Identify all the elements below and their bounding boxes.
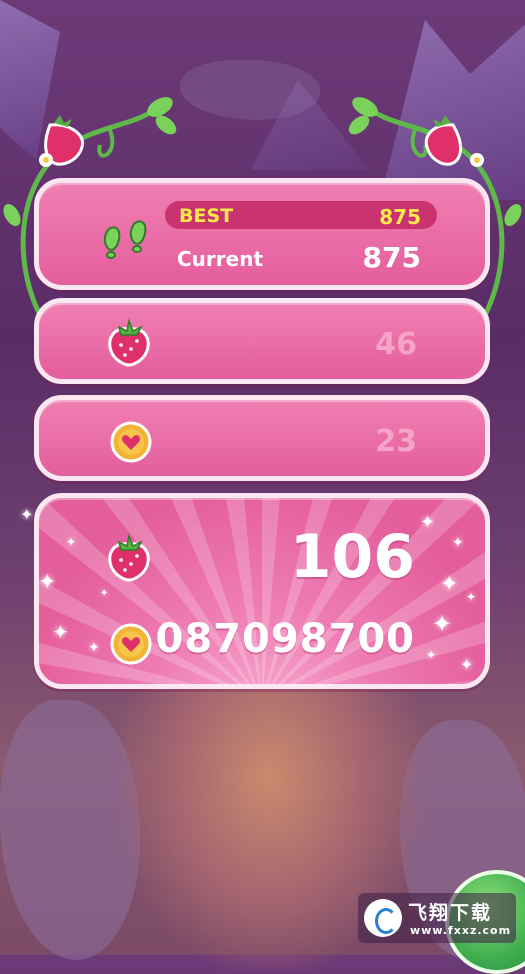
sparkle-icon: ✦ [426, 648, 437, 662]
watermark-url: www.fxxz.com [410, 924, 512, 937]
total-coins-value: 087098700 [155, 616, 415, 662]
sparkle-icon: ✦ [452, 535, 464, 551]
best-label: BEST [179, 205, 234, 227]
score-panel: BEST 875 Current 875 [34, 178, 490, 290]
watermark-logo-icon [364, 899, 402, 937]
berries-value: 46 [375, 327, 417, 362]
sparkle-icon: ✦ [466, 590, 477, 604]
total-berries-value: 106 [289, 522, 415, 592]
sparkle-icon: ✦ [420, 512, 436, 533]
watermark: 飞翔下载 www.fxxz.com [358, 893, 516, 943]
rock [180, 60, 320, 120]
sparkle-icon: ✦ [88, 640, 100, 656]
coins-value: 23 [375, 424, 417, 459]
sparkle-icon: ✦ [432, 610, 453, 638]
watermark-title: 飞翔下载 [408, 902, 493, 924]
sparkle-icon: ✦ [52, 620, 69, 644]
strawberry-icon [424, 115, 462, 166]
current-score-value: 875 [362, 241, 421, 274]
heart-coin-icon [110, 421, 152, 463]
berries-panel: 46 [34, 298, 490, 384]
sparkle-icon: ✦ [100, 588, 109, 599]
rock [0, 700, 140, 960]
strawberry-icon [108, 318, 150, 367]
footsteps-icon [103, 220, 147, 259]
best-score-value: 875 [379, 205, 421, 229]
sparkle-icon: ✦ [440, 572, 459, 597]
current-label: Current [177, 247, 264, 271]
sparkle-icon: ✦ [38, 570, 57, 595]
heart-coin-icon [110, 623, 152, 665]
sparkle-icon: ✦ [20, 505, 34, 524]
strawberry-icon [108, 533, 150, 582]
sparkle-icon: ✦ [460, 655, 474, 674]
coins-panel: 23 [34, 395, 490, 481]
sparkle-icon: ✦ [66, 535, 77, 549]
